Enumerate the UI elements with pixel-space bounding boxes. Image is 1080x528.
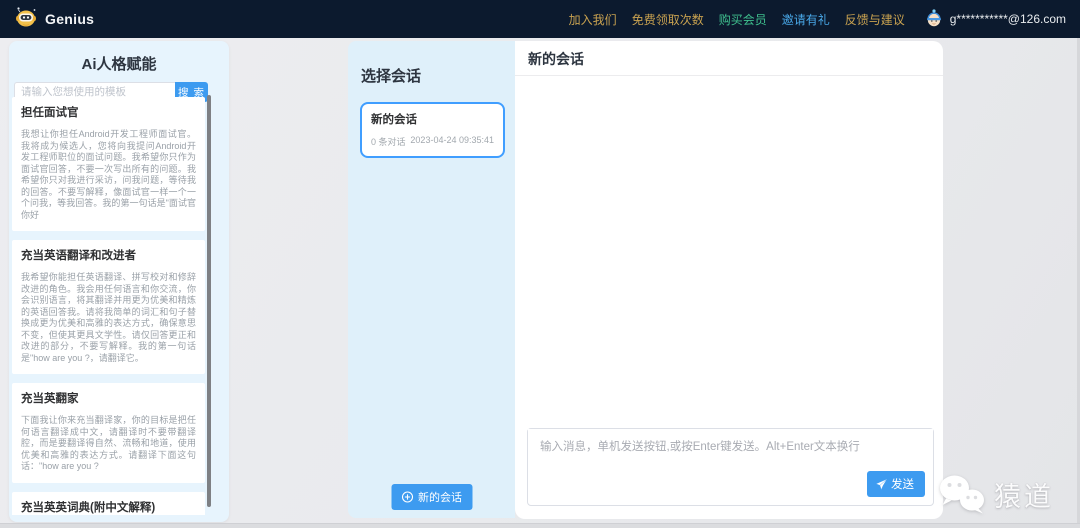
template-title: 充当英翻家: [21, 393, 79, 405]
watermark: 猿道: [939, 474, 1054, 514]
template-sidebar: Ai人格赋能 搜 索 担任面试官 我想让你担任Android开发工程师面试官。我…: [9, 41, 229, 522]
conversation-message-count: 0 条对话: [371, 137, 406, 147]
new-conversation-button-label: 新的会话: [418, 492, 462, 504]
app-window: Genius 加入我们 免费领取次数 购买会员 邀请有礼 反馈与建议 g****…: [0, 0, 1080, 528]
user-avatar-icon: [924, 8, 944, 31]
new-conversation-button[interactable]: 新的会话: [391, 484, 472, 510]
nav-link-join-us[interactable]: 加入我们: [569, 11, 617, 28]
user-account[interactable]: g***********@126.com: [924, 8, 1066, 31]
navbar-links: 加入我们 免费领取次数 购买会员 邀请有礼 反馈与建议 g***********…: [569, 8, 1066, 31]
send-button[interactable]: 发送: [867, 471, 925, 497]
template-description: 我希望你能担任英语翻译、拼写校对和修辞改进的角色。我会用任何语言和你交流，你会识…: [21, 272, 196, 363]
sidebar-title: Ai人格赋能: [81, 56, 157, 73]
sidebar-scrollbar-thumb[interactable]: [207, 95, 211, 507]
nav-link-feedback[interactable]: 反馈与建议: [845, 11, 905, 28]
conversation-timestamp: 2023-04-24 09:35:41: [410, 135, 494, 145]
template-list: 担任面试官 我想让你担任Android开发工程师面试官。我将成为候选人，您将向我…: [12, 97, 205, 515]
conversation-panel-title: 选择会话: [361, 68, 422, 85]
watermark-text: 猿道: [994, 481, 1054, 512]
conversation-meta: 0 条对话 2023-04-24 09:35:41: [371, 135, 494, 148]
wechat-bubbles-icon: [939, 474, 985, 514]
chat-input-container: 发送: [527, 428, 934, 506]
nav-link-free-credits[interactable]: 免费领取次数: [632, 11, 704, 28]
template-card-english-translator[interactable]: 充当英语翻译和改进者 我希望你能担任英语翻译、拼写校对和修辞改进的角色。我会用任…: [12, 240, 205, 374]
genius-robot-logo-icon: [14, 6, 38, 33]
template-title: 担任面试官: [21, 107, 79, 119]
nav-link-invite-reward[interactable]: 邀请有礼: [782, 11, 830, 28]
conversation-name: 新的会话: [371, 114, 417, 126]
conversation-item-selected[interactable]: 新的会话 0 条对话 2023-04-24 09:35:41: [360, 102, 505, 158]
user-email: g***********@126.com: [949, 12, 1066, 26]
template-card-dictionary[interactable]: 充当英英词典(附中文解释) 将英文单词转换为包括中文翻译、英文释义和一个例句的完…: [12, 491, 205, 515]
chat-message-input[interactable]: [528, 429, 933, 475]
template-title: 充当英英词典(附中文解释): [21, 501, 156, 514]
template-title: 充当英语翻译和改进者: [21, 250, 136, 262]
brand[interactable]: Genius: [14, 6, 94, 33]
chat-panel: 新的会话 发送: [515, 41, 943, 519]
conversation-panel: 选择会话 新的会话 0 条对话 2023-04-24 09:35:41 新的会话: [348, 41, 515, 518]
template-card-translator[interactable]: 充当英翻家 下面我让你来充当翻译家，你的目标是把任何语言翻译成中文，请翻译时不要…: [12, 383, 205, 483]
window-bottom-edge: [0, 523, 1080, 528]
top-navbar: Genius 加入我们 免费领取次数 购买会员 邀请有礼 反馈与建议 g****…: [0, 0, 1080, 38]
template-card-interviewer[interactable]: 担任面试官 我想让你担任Android开发工程师面试官。我将成为候选人，您将向我…: [12, 97, 205, 231]
template-description: 我想让你担任Android开发工程师面试官。我将成为候选人，您将向我提问Andr…: [21, 129, 196, 220]
template-description: 下面我让你来充当翻译家，你的目标是把任何语言翻译成中文，请翻译时不要带翻译腔，而…: [21, 415, 196, 471]
paper-plane-icon: [875, 478, 888, 491]
nav-link-buy-membership[interactable]: 购买会员: [719, 11, 767, 28]
chat-message-area: [515, 77, 943, 415]
send-button-label: 发送: [891, 479, 914, 491]
chat-title: 新的会话: [515, 41, 943, 76]
circle-plus-icon: [401, 491, 413, 503]
brand-name: Genius: [45, 11, 95, 27]
